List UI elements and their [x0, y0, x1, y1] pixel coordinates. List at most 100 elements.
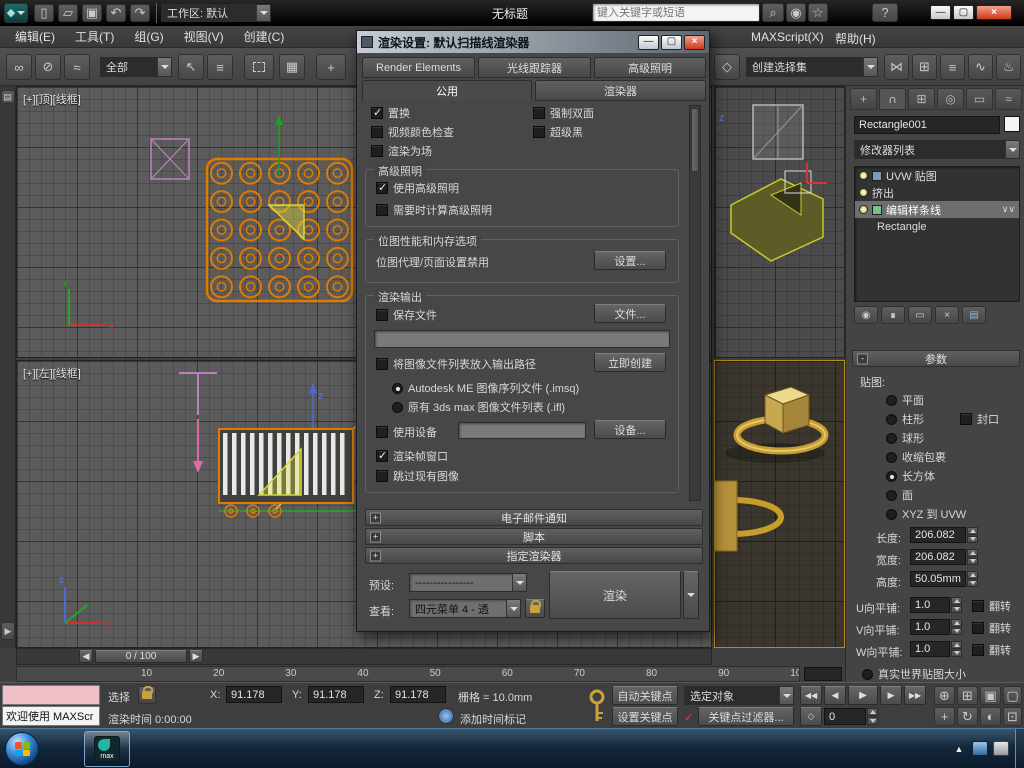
legacy-ifl-radio[interactable]: 原有 3ds max 图像文件列表 (.ifl): [392, 399, 565, 415]
curve-editor-icon[interactable]: ∿: [968, 54, 993, 80]
key-mode-toggle-icon[interactable]: ◇: [800, 707, 822, 726]
dialog-maximize-button[interactable]: ▢: [661, 34, 682, 50]
put-image-list-checkbox[interactable]: 将图像文件列表放入输出路径: [376, 356, 536, 372]
zoom-region-icon[interactable]: ▢: [1003, 686, 1022, 705]
utilities-tab-icon[interactable]: ≈: [995, 88, 1022, 110]
selection-region-icon[interactable]: [244, 54, 274, 80]
force-two-sided-checkbox[interactable]: 强制双面: [533, 105, 594, 121]
mirror-icon[interactable]: ⋈: [884, 54, 909, 80]
configure-modifier-sets-icon[interactable]: ▤: [962, 306, 986, 324]
y-coordinate-field[interactable]: [308, 686, 364, 703]
visibility-bulb-icon[interactable]: [859, 188, 868, 197]
render-button[interactable]: 渲染: [549, 571, 681, 619]
displacement-checkbox[interactable]: 置换: [371, 105, 410, 121]
tray-volume-icon[interactable]: [993, 741, 1009, 756]
maximize-viewport-icon[interactable]: ⊡: [1003, 707, 1022, 726]
create-tab-icon[interactable]: +: [850, 88, 877, 110]
previous-frame-button[interactable]: ◀: [79, 650, 93, 663]
real-world-map-checkbox[interactable]: 真实世界贴图大小: [862, 666, 966, 682]
maxscript-listener-input[interactable]: [2, 685, 100, 705]
object-name-field[interactable]: [854, 116, 1000, 134]
stack-item-extrude[interactable]: 挤出: [855, 184, 1019, 201]
tab-renderer[interactable]: 渲染器: [535, 80, 706, 101]
set-key-button[interactable]: 设置关键点: [612, 707, 678, 726]
viewport-top-label[interactable]: [+][顶][线框]: [23, 91, 81, 107]
radio-face[interactable]: 面: [886, 487, 913, 503]
modify-tab-icon[interactable]: ∩: [879, 88, 906, 110]
window-crossing-icon[interactable]: ▦: [279, 54, 305, 80]
favorites-star-icon[interactable]: ☆: [808, 3, 828, 22]
save-file-checkbox[interactable]: 保存文件: [376, 307, 437, 323]
add-time-tag[interactable]: 添加时间标记: [460, 711, 526, 727]
scripts-rollout[interactable]: + 脚本: [365, 528, 703, 545]
u-tile-field[interactable]: [910, 597, 950, 613]
dialog-scrollbar[interactable]: [689, 105, 701, 501]
use-device-checkbox[interactable]: 使用设备: [376, 424, 437, 440]
length-spinner[interactable]: [967, 527, 978, 543]
z-coordinate-field[interactable]: [390, 686, 446, 703]
viewport-front[interactable]: z: [714, 86, 845, 358]
w-tile-field[interactable]: [910, 641, 950, 657]
time-slider-track[interactable]: ◀ 0 / 100 ▶: [16, 648, 712, 665]
preset-dropdown[interactable]: ----------------: [409, 573, 527, 592]
tab-common[interactable]: 公用: [362, 80, 532, 101]
set-key-icon[interactable]: [586, 687, 608, 725]
files-button[interactable]: 文件...: [594, 304, 666, 323]
expand-chevron-icon[interactable]: ∨∨: [1002, 204, 1015, 215]
tab-raytracer[interactable]: 光线跟踪器: [478, 57, 591, 78]
search-icon[interactable]: ⌕: [762, 3, 784, 22]
edit-named-selection-icon[interactable]: ◇: [714, 54, 740, 80]
display-tab-icon[interactable]: ▭: [966, 88, 993, 110]
menu-maxscript[interactable]: MAXScript(X): [742, 28, 833, 46]
width-spinner[interactable]: [967, 549, 978, 565]
w-flip-checkbox[interactable]: 翻转: [972, 642, 1011, 658]
render-setup-icon[interactable]: ♨: [996, 54, 1021, 80]
radio-spherical[interactable]: 球形: [886, 430, 924, 446]
menu-help[interactable]: 帮助(H): [826, 28, 885, 49]
radio-box[interactable]: 长方体: [886, 468, 935, 484]
track-bar[interactable]: 10 20 30 40 50 60 70 80 90 100: [16, 666, 800, 682]
v-flip-checkbox[interactable]: 翻转: [972, 620, 1011, 636]
compute-advanced-lighting-checkbox[interactable]: 需要时计算高级照明: [376, 202, 492, 218]
email-notifications-rollout[interactable]: + 电子邮件通知: [365, 509, 703, 526]
dialog-titlebar[interactable]: 渲染设置: 默认扫描线渲染器 — ▢ ×: [357, 31, 709, 53]
pin-stack-icon[interactable]: ◉: [854, 306, 878, 324]
save-file-icon[interactable]: ▣: [82, 3, 102, 22]
x-coordinate-field[interactable]: [226, 686, 282, 703]
menu-group[interactable]: 组(G): [125, 26, 172, 47]
select-by-name-icon[interactable]: ≡: [207, 54, 233, 80]
bitmap-setup-button[interactable]: 设置...: [594, 251, 666, 270]
menu-create[interactable]: 创建(C): [235, 26, 294, 47]
make-unique-icon[interactable]: ▭: [908, 306, 932, 324]
radio-shrink-wrap[interactable]: 收缩包裹: [886, 449, 946, 465]
assign-renderer-rollout[interactable]: + 指定渲染器: [365, 547, 703, 564]
rendered-frame-window-checkbox[interactable]: 渲染帧窗口: [376, 448, 448, 464]
stack-item-rectangle[interactable]: Rectangle: [855, 218, 1019, 235]
use-advanced-lighting-checkbox[interactable]: 使用高级照明: [376, 180, 459, 196]
bind-to-spacewarp-icon[interactable]: ≈: [64, 54, 90, 80]
modifier-list-dropdown[interactable]: 修改器列表: [854, 140, 1020, 159]
named-selection-dropdown[interactable]: 创建选择集: [746, 57, 878, 77]
key-filters-button[interactable]: 关键点过滤器...: [698, 707, 794, 726]
show-end-result-icon[interactable]: ∎: [881, 306, 905, 324]
zoom-icon[interactable]: ⊕: [934, 686, 955, 705]
u-tile-spinner[interactable]: [951, 597, 962, 613]
viewport-left-label[interactable]: [+][左][线框]: [23, 365, 81, 381]
sign-in-icon[interactable]: ◉: [786, 3, 806, 22]
zoom-extents-icon[interactable]: ▣: [980, 686, 1001, 705]
maxscript-listener-output[interactable]: 欢迎使用 MAXScr: [2, 706, 100, 726]
frame-spinner[interactable]: [867, 708, 878, 725]
radio-xyz-to-uvw[interactable]: XYZ 到 UVW: [886, 506, 966, 522]
scene-explorer-open-icon[interactable]: ▶: [1, 622, 15, 640]
render-button-flyout[interactable]: [683, 571, 699, 619]
dialog-close-button[interactable]: ×: [684, 34, 705, 50]
create-now-button[interactable]: 立即创建: [594, 353, 666, 372]
unlink-selection-icon[interactable]: ⊘: [35, 54, 61, 80]
radio-cylindrical[interactable]: 柱形: [886, 411, 924, 427]
stack-item-uvw-map[interactable]: UVW 贴图: [855, 167, 1019, 184]
expand-icon[interactable]: +: [370, 550, 381, 561]
collapse-icon[interactable]: -: [857, 353, 868, 364]
width-field[interactable]: [910, 549, 966, 565]
selection-lock-icon[interactable]: [138, 686, 156, 704]
dialog-minimize-button[interactable]: —: [638, 34, 659, 50]
